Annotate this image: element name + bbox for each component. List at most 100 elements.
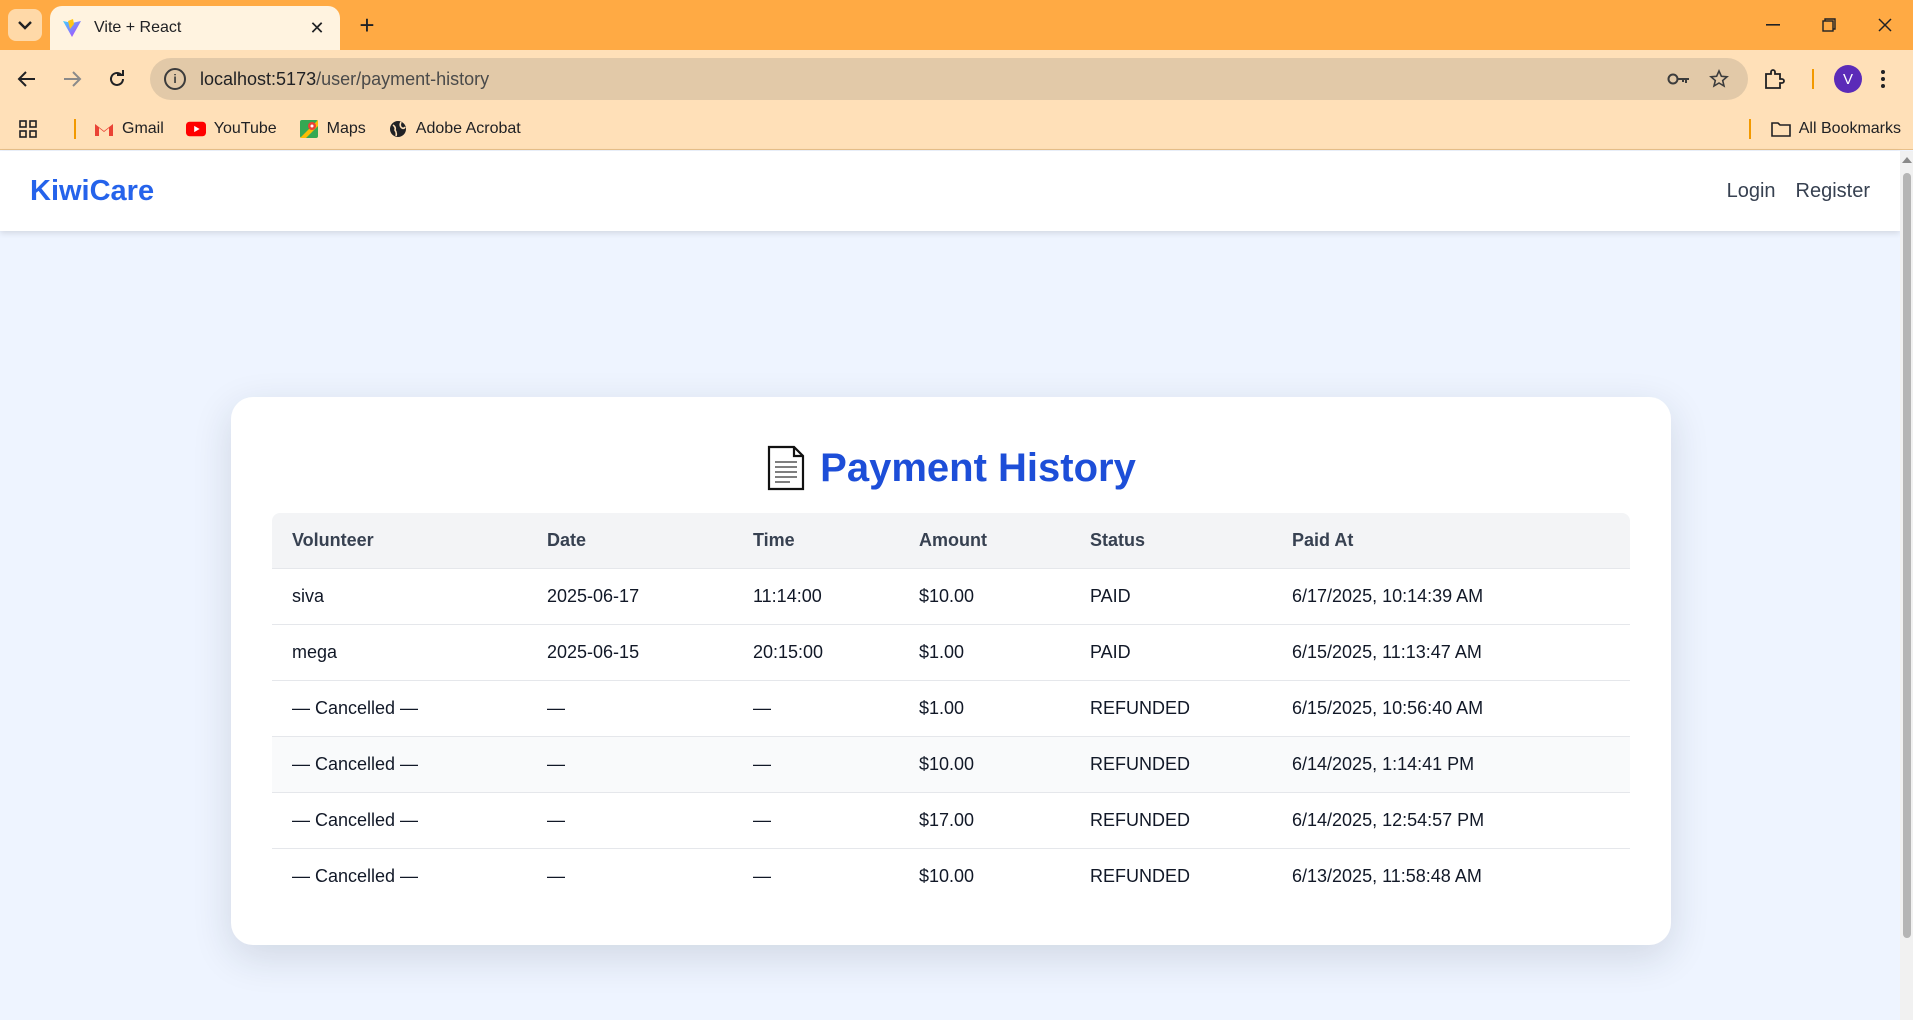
cell-date: 2025-06-17 bbox=[547, 585, 640, 606]
cell-amount: $10.00 bbox=[919, 753, 975, 774]
cell-paid-at: 6/14/2025, 1:14:41 PM bbox=[1292, 753, 1475, 774]
cell-date: — bbox=[547, 697, 565, 718]
bookmark-label: Adobe Acrobat bbox=[415, 119, 521, 137]
bookmarks-separator bbox=[74, 118, 76, 139]
profile-button[interactable]: V bbox=[1834, 61, 1862, 97]
cell-status: REFUNDED bbox=[1090, 753, 1191, 774]
cell-status: PAID bbox=[1090, 585, 1131, 606]
table-row: mega 2025-06-15 20:15:00 $1.00 PAID 6/15… bbox=[272, 624, 1630, 680]
cell-date: — bbox=[547, 753, 565, 774]
globe-icon bbox=[388, 119, 408, 139]
extensions-button[interactable] bbox=[1763, 61, 1785, 97]
table-body: siva 2025-06-17 11:14:00 $10.00 PAID 6/1… bbox=[272, 568, 1630, 904]
close-window-icon[interactable] bbox=[1857, 0, 1913, 50]
restore-icon[interactable] bbox=[1801, 0, 1857, 50]
cell-time: — bbox=[753, 753, 771, 774]
bookmark-star-icon[interactable] bbox=[1704, 64, 1734, 94]
cell-volunteer: mega bbox=[292, 641, 338, 662]
cell-status: REFUNDED bbox=[1090, 809, 1191, 830]
page-scrollbar[interactable] bbox=[1900, 151, 1913, 1020]
cell-date: 2025-06-15 bbox=[547, 641, 640, 662]
bookmarks-separator bbox=[1748, 119, 1751, 139]
column-header-paid-at: Paid At bbox=[1292, 529, 1354, 550]
site-info-icon[interactable]: i bbox=[164, 68, 186, 90]
column-header-status: Status bbox=[1090, 529, 1146, 550]
cell-date: — bbox=[547, 865, 565, 886]
browser-tab-active[interactable]: Vite + React ✕ bbox=[50, 6, 340, 50]
cell-status: REFUNDED bbox=[1090, 865, 1191, 886]
close-tab-icon[interactable]: ✕ bbox=[306, 17, 328, 39]
password-key-icon[interactable] bbox=[1664, 64, 1694, 94]
all-bookmarks-label: All Bookmarks bbox=[1798, 120, 1901, 137]
scroll-up-icon[interactable] bbox=[1902, 157, 1912, 163]
scrollbar-thumb[interactable] bbox=[1903, 173, 1911, 938]
cell-volunteer: — Cancelled — bbox=[292, 753, 419, 774]
cell-status: PAID bbox=[1090, 641, 1131, 662]
bookmark-maps[interactable]: Maps bbox=[299, 119, 366, 139]
forward-button[interactable] bbox=[54, 61, 90, 97]
bookmark-label: Gmail bbox=[122, 119, 164, 137]
column-header-time: Time bbox=[753, 529, 795, 550]
table-row: — Cancelled — — — $10.00 REFUNDED 6/13/2… bbox=[272, 848, 1630, 904]
address-bar[interactable]: i localhost:5173/user/payment-history bbox=[150, 58, 1748, 100]
maps-icon bbox=[299, 119, 319, 139]
cell-paid-at: 6/15/2025, 11:13:47 AM bbox=[1292, 641, 1482, 662]
table-row: — Cancelled — — — $10.00 REFUNDED 6/14/2… bbox=[272, 736, 1630, 792]
reload-icon bbox=[110, 70, 124, 86]
toolbar-separator bbox=[1812, 61, 1814, 97]
cell-time: — bbox=[753, 697, 771, 718]
browser-tabstrip: Vite + React ✕ + bbox=[0, 0, 1913, 50]
browser-toolbar: i localhost:5173/user/payment-history V bbox=[0, 50, 1913, 108]
vite-favicon-icon bbox=[62, 18, 82, 38]
browser-menu-button[interactable] bbox=[1880, 61, 1886, 97]
cell-volunteer: — Cancelled — bbox=[292, 809, 419, 830]
puzzle-icon bbox=[1765, 69, 1785, 89]
cell-status: REFUNDED bbox=[1090, 697, 1191, 718]
more-vertical-icon bbox=[1881, 70, 1885, 88]
column-header-volunteer: Volunteer bbox=[292, 529, 374, 550]
arrow-left-icon bbox=[17, 71, 35, 87]
column-header-amount: Amount bbox=[919, 529, 987, 550]
cell-amount: $1.00 bbox=[919, 641, 965, 662]
reload-button[interactable] bbox=[99, 61, 135, 97]
cell-time: — bbox=[753, 865, 771, 886]
bookmarks-bar: Gmail YouTube Maps Adobe Acrobat All Boo… bbox=[0, 108, 1913, 150]
cell-amount: $17.00 bbox=[919, 809, 975, 830]
bookmark-adobe-acrobat[interactable]: Adobe Acrobat bbox=[388, 119, 521, 139]
cell-time: 20:15:00 bbox=[753, 641, 824, 662]
bookmark-gmail[interactable]: Gmail bbox=[94, 119, 164, 139]
gmail-icon bbox=[94, 119, 114, 139]
youtube-icon bbox=[185, 119, 206, 139]
cell-paid-at: 6/13/2025, 11:58:48 AM bbox=[1292, 865, 1482, 886]
tab-search-button[interactable] bbox=[8, 9, 42, 41]
document-icon bbox=[768, 445, 805, 491]
cell-amount: $10.00 bbox=[919, 865, 975, 886]
bookmark-label: Maps bbox=[326, 119, 366, 137]
register-link[interactable]: Register bbox=[1796, 180, 1870, 203]
apps-button[interactable] bbox=[18, 119, 46, 139]
apps-grid-icon bbox=[18, 119, 38, 139]
table-row: — Cancelled — — — $1.00 REFUNDED 6/15/20… bbox=[272, 680, 1630, 736]
tab-title: Vite + React bbox=[94, 19, 182, 36]
cell-time: 11:14:00 bbox=[753, 585, 822, 606]
brand-logo[interactable]: KiwiCare bbox=[30, 175, 154, 208]
table-row: — Cancelled — — — $17.00 REFUNDED 6/14/2… bbox=[272, 792, 1630, 848]
app-navbar: KiwiCare Login Register bbox=[0, 151, 1900, 231]
all-bookmarks-button[interactable]: All Bookmarks bbox=[1748, 108, 1901, 150]
folder-icon bbox=[1770, 119, 1791, 139]
cell-amount: $10.00 bbox=[919, 585, 975, 606]
url-text[interactable]: localhost:5173/user/payment-history bbox=[200, 69, 1654, 90]
cell-amount: $1.00 bbox=[919, 697, 965, 718]
cell-time: — bbox=[753, 809, 771, 830]
column-header-date: Date bbox=[547, 529, 587, 550]
login-link[interactable]: Login bbox=[1727, 180, 1776, 203]
cell-paid-at: 6/14/2025, 12:54:57 PM bbox=[1292, 809, 1485, 830]
back-button[interactable] bbox=[9, 61, 45, 97]
new-tab-button[interactable]: + bbox=[352, 10, 382, 40]
cell-volunteer: — Cancelled — bbox=[292, 865, 419, 886]
bookmark-youtube[interactable]: YouTube bbox=[185, 119, 277, 139]
cell-paid-at: 6/17/2025, 10:14:39 AM bbox=[1292, 585, 1484, 606]
minimize-icon[interactable] bbox=[1745, 0, 1801, 50]
arrow-right-icon bbox=[64, 71, 82, 87]
payment-history-card: Payment History Volunteer Date Time Amou… bbox=[231, 397, 1671, 945]
